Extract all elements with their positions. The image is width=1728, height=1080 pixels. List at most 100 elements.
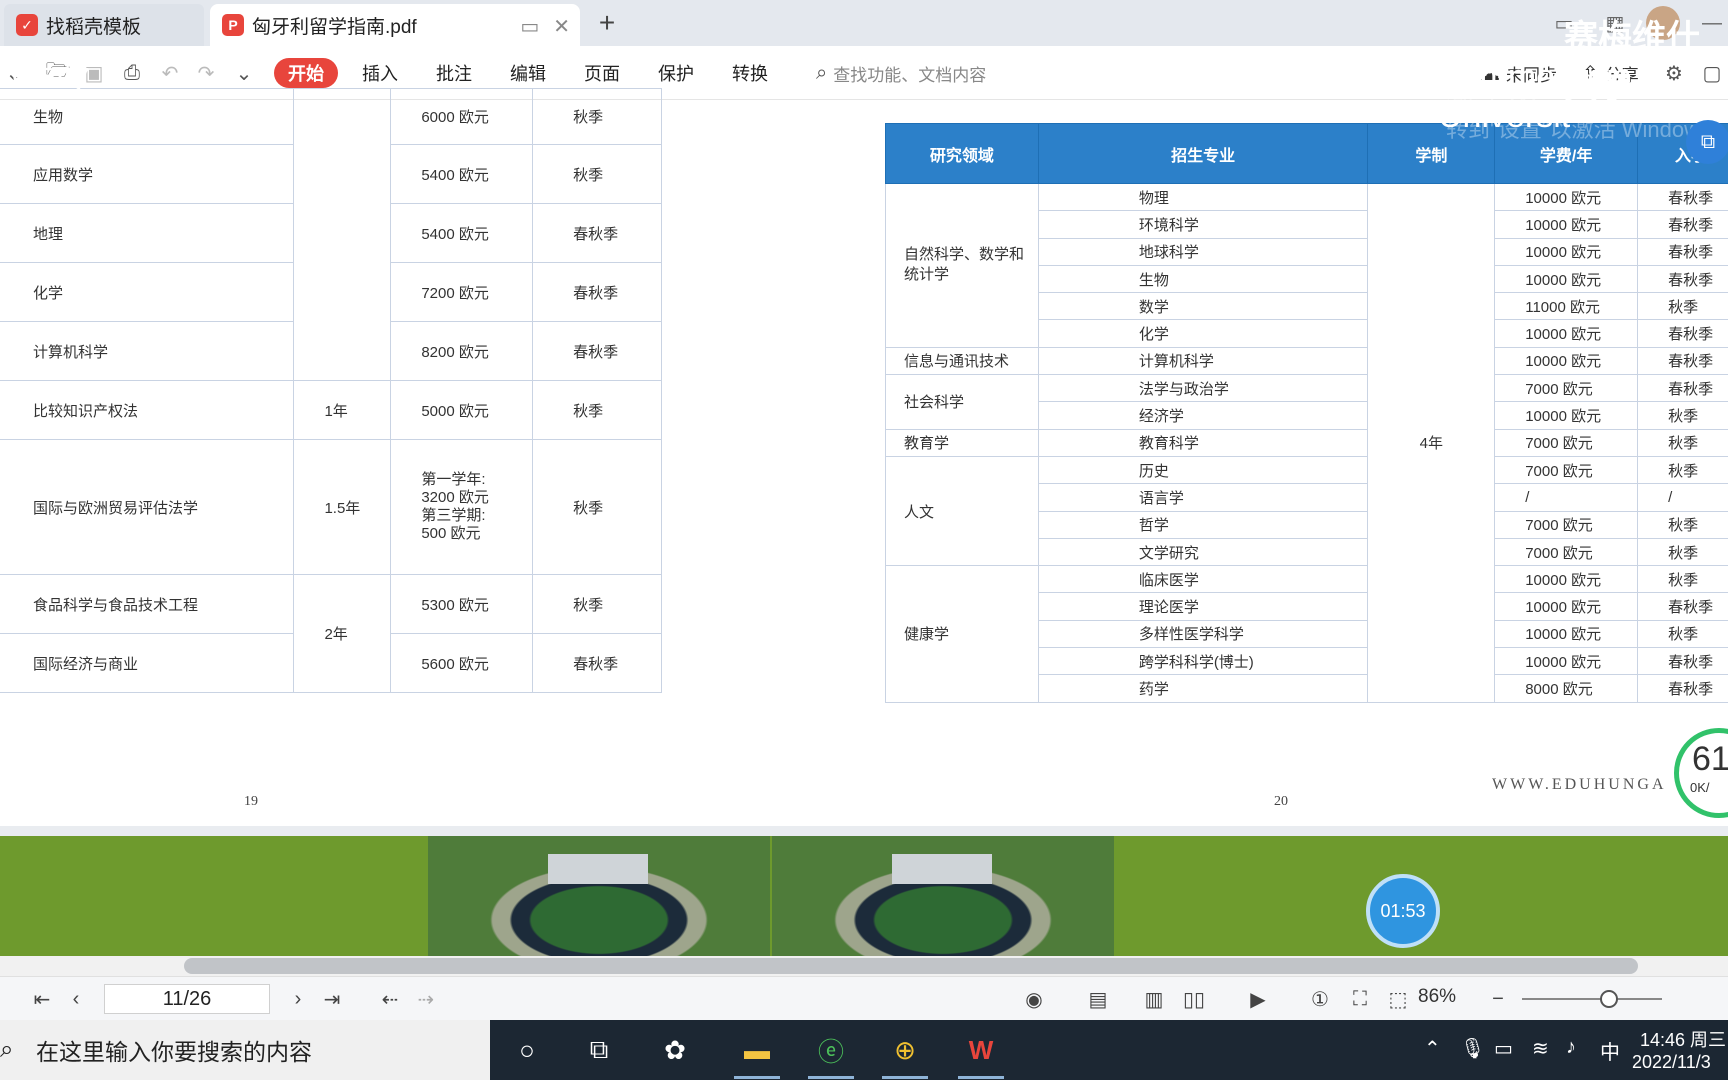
- next-page-icon[interactable]: ›: [284, 986, 312, 1012]
- intake-cell: 春秋季: [1637, 346, 1728, 376]
- docer-logo-icon: ✓: [16, 14, 38, 36]
- microphone-icon[interactable]: 🎙: [1460, 1036, 1485, 1061]
- page-number-right: 20: [1274, 794, 1288, 809]
- fit-page-icon[interactable]: ⛶: [1346, 986, 1374, 1012]
- zoom-slider-knob[interactable]: [1600, 990, 1618, 1008]
- tab-pdf-document[interactable]: P 匈牙利留学指南.pdf ▭ ✕: [210, 4, 580, 46]
- fee-cell: 第一学年: 3200 欧元 第三学期: 500 欧元: [390, 439, 534, 575]
- wps-office-icon[interactable]: W: [958, 1030, 1004, 1070]
- floating-tool-button[interactable]: ⧉: [1686, 120, 1728, 164]
- new-tab-button[interactable]: +: [592, 7, 622, 38]
- continuous-page-icon[interactable]: ▥: [1140, 986, 1168, 1012]
- fee-cell: 10000 欧元: [1494, 237, 1639, 266]
- task-view-icon[interactable]: ⧉: [576, 1030, 622, 1070]
- print-icon[interactable]: ⎙: [118, 59, 146, 87]
- ime-indicator[interactable]: 中: [1600, 1036, 1620, 1065]
- menu-protect[interactable]: 保护: [658, 58, 694, 88]
- zoom-out-icon[interactable]: −: [1484, 986, 1512, 1012]
- feature-search-input[interactable]: ⌕ 查找功能、文档内容: [816, 58, 1076, 88]
- tray-time[interactable]: 14:46 周三: [1640, 1026, 1726, 1052]
- major-cell: 文学研究: [1037, 537, 1369, 567]
- undo-icon[interactable]: ↶: [156, 59, 184, 87]
- major-cell: 生物: [0, 88, 295, 145]
- recording-timer[interactable]: 01:53: [1366, 874, 1440, 948]
- last-page-icon[interactable]: ⇥: [318, 986, 346, 1012]
- fee-cell: 7000 欧元: [1494, 428, 1639, 457]
- pinwheel-app-icon[interactable]: ✿: [652, 1030, 698, 1070]
- fee-cell: 6000 欧元: [390, 88, 534, 145]
- redo-icon[interactable]: ↷: [192, 59, 220, 87]
- single-page-icon[interactable]: ▤: [1084, 986, 1112, 1012]
- major-cell: 语言学: [1037, 483, 1369, 512]
- major-cell: 经济学: [1037, 401, 1369, 430]
- right-page-table: 研究领域 招生专业 学制 学费/年 入学 自然科学、数学和统计学 物理 4年 1…: [885, 123, 1728, 703]
- next-page-banner: [0, 836, 1728, 956]
- category-cell: 信息与通讯技术: [885, 346, 1039, 376]
- fee-cell: 10000 欧元: [1494, 319, 1639, 348]
- major-cell: 历史: [1037, 455, 1369, 485]
- fee-cell: 10000 欧元: [1494, 210, 1639, 239]
- major-cell: 地理: [0, 203, 295, 263]
- intake-cell: 秋季: [1637, 428, 1728, 457]
- search-icon: ⌕: [0, 1036, 14, 1063]
- green-plus-app-icon[interactable]: ⊕: [882, 1030, 928, 1070]
- menu-convert[interactable]: 转换: [732, 58, 768, 88]
- intake-cell: 秋季: [532, 574, 662, 634]
- site-url-footer: WWW.EDUHUNGA: [1492, 776, 1667, 793]
- menu-annotate[interactable]: 批注: [436, 58, 472, 88]
- menu-page[interactable]: 页面: [584, 58, 620, 88]
- scrollbar-thumb[interactable]: [184, 958, 1638, 974]
- major-cell: 比较知识产权法: [0, 380, 295, 440]
- file-explorer-icon[interactable]: ▬: [734, 1030, 780, 1070]
- search-placeholder: 查找功能、文档内容: [833, 65, 987, 85]
- actual-size-icon[interactable]: ①: [1306, 986, 1334, 1012]
- first-page-icon[interactable]: ⇤: [28, 986, 56, 1012]
- zoom-level[interactable]: 86%: [1418, 986, 1456, 1008]
- cortana-icon[interactable]: ○: [504, 1030, 550, 1070]
- category-cell: 自然科学、数学和统计学: [885, 183, 1039, 348]
- menu-start[interactable]: 开始: [274, 58, 338, 88]
- menu-insert[interactable]: 插入: [362, 58, 398, 88]
- intake-cell: 春秋季: [532, 633, 662, 693]
- more-tools-icon[interactable]: ⌄: [230, 59, 258, 87]
- speed-subtext: 0K/: [1690, 780, 1710, 795]
- tab-docer-templates[interactable]: ✓ 找稻壳模板: [4, 4, 204, 46]
- eye-protection-icon[interactable]: ◉: [1014, 986, 1054, 1012]
- taskbar-search-box[interactable]: 在这里输入你要搜索的内容: [0, 1020, 490, 1080]
- taskbar-search-placeholder: 在这里输入你要搜索的内容: [36, 1039, 312, 1065]
- tray-chevron-up-icon[interactable]: ⌃: [1424, 1036, 1441, 1061]
- battery-icon[interactable]: ▭: [1494, 1036, 1513, 1061]
- two-page-icon[interactable]: ▯▯: [1180, 986, 1208, 1012]
- intake-cell: 春秋季: [1637, 374, 1728, 403]
- tray-date[interactable]: 2022/11/3: [1632, 1052, 1711, 1073]
- major-cell: 临床医学: [1037, 565, 1369, 594]
- page-number-input[interactable]: 11/26: [104, 984, 270, 1014]
- menu-edit[interactable]: 编辑: [510, 58, 546, 88]
- intake-cell: 春秋季: [1637, 674, 1728, 703]
- major-cell: 计算机科学: [0, 321, 295, 381]
- close-tab-icon[interactable]: ✕: [553, 14, 570, 39]
- play-slideshow-icon[interactable]: ▶: [1240, 986, 1276, 1012]
- table-row: 国际与欧洲贸易评估法学 1.5年 第一学年: 3200 欧元 第三学期: 500…: [0, 439, 662, 575]
- pin-icon[interactable]: ▭: [520, 14, 539, 39]
- page-divider: [0, 826, 1728, 836]
- banner-university-text: versity: [0, 56, 89, 92]
- major-cell: 应用数学: [0, 144, 295, 204]
- volume-icon[interactable]: ♪: [1566, 1036, 1576, 1059]
- intake-cell: 春秋季: [532, 321, 662, 381]
- left-page-table: 生物 6000 欧元 秋季 应用数学 5400 欧元 秋季 地理 5400 欧元…: [0, 88, 662, 693]
- intake-cell: 秋季: [1637, 537, 1728, 567]
- table-row: 健康学 临床医学 10000 欧元 秋季: [885, 565, 1728, 703]
- major-cell: 物理: [1037, 182, 1369, 212]
- back-icon[interactable]: ⇠: [376, 986, 404, 1012]
- category-cell: 健康学: [885, 565, 1039, 703]
- browser-icon[interactable]: ⓔ: [808, 1030, 854, 1070]
- fee-cell: 5300 欧元: [390, 574, 534, 634]
- previous-page-icon[interactable]: ‹: [62, 986, 90, 1012]
- fit-width-icon[interactable]: ⬚: [1384, 986, 1412, 1012]
- duration-cell: 1年: [293, 380, 392, 440]
- forward-icon[interactable]: ⇢: [412, 986, 440, 1012]
- wifi-icon[interactable]: ≋: [1532, 1036, 1549, 1061]
- zoom-slider[interactable]: [1522, 998, 1662, 1000]
- fee-cell: 8200 欧元: [390, 321, 534, 381]
